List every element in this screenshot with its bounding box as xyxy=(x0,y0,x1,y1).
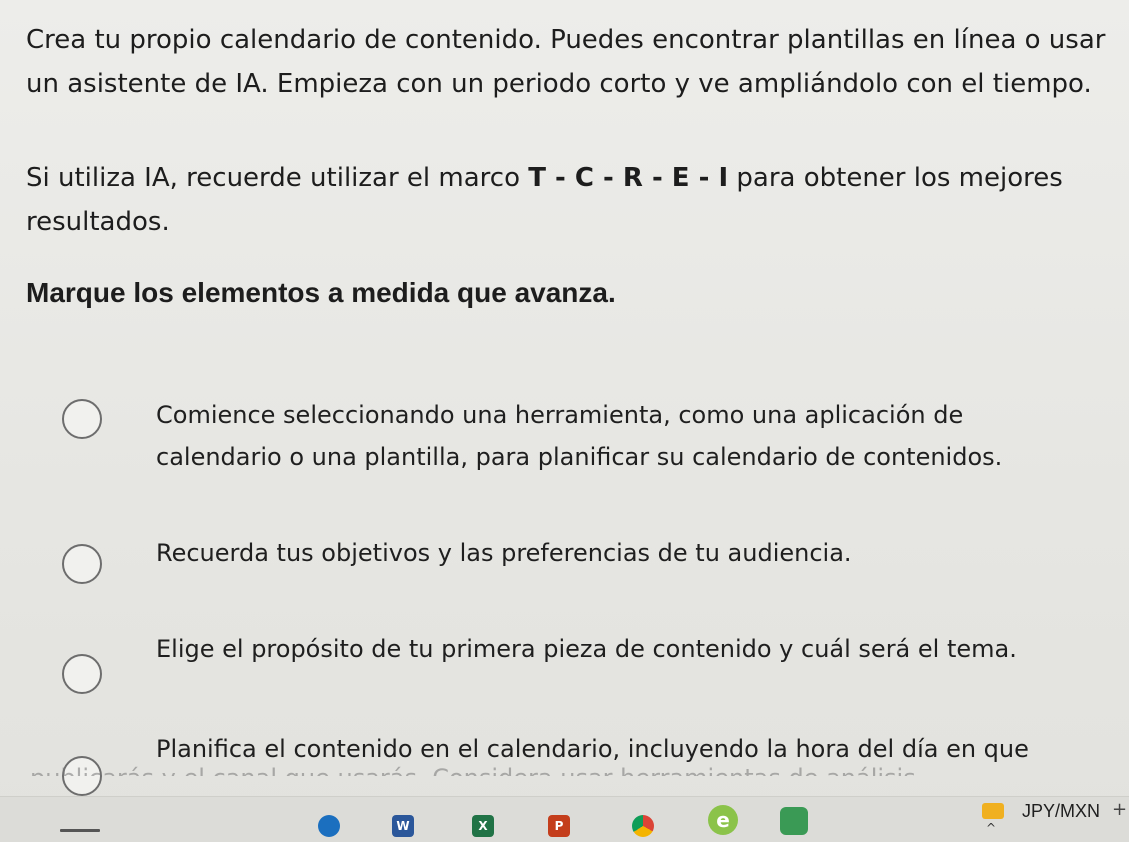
task-radio[interactable] xyxy=(62,399,102,439)
framework-acronym: T - C - R - E - I xyxy=(528,163,729,193)
internet-explorer-icon[interactable]: e xyxy=(708,805,738,835)
taskbar: W X P e ^ JPY/MXN + xyxy=(0,796,1129,842)
powerpoint-icon[interactable]: P xyxy=(548,815,570,837)
cutoff-text: publicarás y el canal que usarás. Consid… xyxy=(30,756,1129,776)
currency-widget-icon[interactable] xyxy=(982,803,1004,819)
task-radio[interactable] xyxy=(62,544,102,584)
chrome-icon[interactable] xyxy=(632,815,654,837)
currency-pair[interactable]: JPY/MXN xyxy=(1022,801,1100,822)
dash-icon xyxy=(60,829,100,832)
task-radio[interactable] xyxy=(62,654,102,694)
app-icon[interactable] xyxy=(780,807,808,835)
chevron-up-icon[interactable]: ^ xyxy=(986,821,996,835)
framework-prefix: Si utiliza IA, recuerde utilizar el marc… xyxy=(26,163,529,193)
intro-text: Crea tu propio calendario de contenido. … xyxy=(26,25,1106,99)
word-icon[interactable]: W xyxy=(392,815,414,837)
task-label: Recuerda tus objetivos y las preferencia… xyxy=(156,539,852,567)
excel-icon[interactable]: X xyxy=(472,815,494,837)
task-label: Comience seleccionando una herramienta, … xyxy=(156,401,1003,471)
edge-icon[interactable] xyxy=(318,815,340,837)
instruction-heading: Marque los elementos a medida que avanza… xyxy=(26,277,616,308)
plus-icon[interactable]: + xyxy=(1112,799,1127,820)
screen: Crea tu propio calendario de contenido. … xyxy=(0,0,1129,842)
framework-text: Si utiliza IA, recuerde utilizar el marc… xyxy=(26,156,1116,244)
task-label: Elige el propósito de tu primera pieza d… xyxy=(156,635,1017,663)
